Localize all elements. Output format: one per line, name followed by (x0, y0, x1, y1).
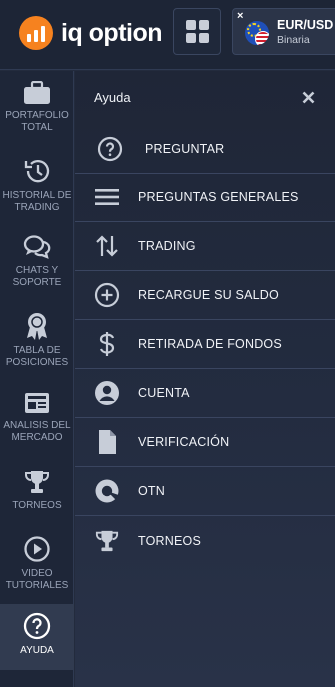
sidebar: PORTAFOLIO TOTAL HISTORIAL DE TRADING CH… (0, 71, 74, 687)
help-item-withdrawal[interactable]: RETIRADA DE FONDOS (75, 320, 335, 369)
help-item-general-questions[interactable]: PREGUNTAS GENERALES (75, 173, 335, 222)
plus-circle-icon (75, 271, 138, 320)
newspaper-icon (25, 393, 49, 413)
help-item-label: PREGUNTAS GENERALES (138, 190, 299, 204)
history-icon (24, 160, 50, 183)
panel-title: Ayuda (94, 90, 131, 105)
logo-mark-icon (19, 16, 53, 50)
briefcase-icon (24, 81, 50, 104)
help-item-trading[interactable]: TRADING (75, 222, 335, 271)
help-item-label: TRADING (138, 239, 196, 253)
logo-text: iq option (61, 18, 163, 47)
arrows-updown-icon (75, 222, 138, 271)
dollar-icon (75, 320, 138, 369)
help-panel: Ayuda PREGUNTAR PREGUNTAS GENERALES TRAD… (75, 71, 335, 687)
apps-grid-button[interactable] (173, 8, 221, 55)
user-icon (75, 369, 138, 418)
help-item-ask[interactable]: PREGUNTAR (75, 125, 335, 174)
sidebar-item-label: TORNEOS (12, 500, 62, 511)
help-item-verification[interactable]: VERIFICACIÓN (75, 418, 335, 467)
help-item-tournaments[interactable]: TORNEOS (75, 516, 335, 565)
asset-tab[interactable]: × EUR/USD Binaria (232, 8, 335, 55)
help-item-label: RECARGUE SU SALDO (138, 288, 279, 302)
list-icon (75, 173, 138, 222)
close-icon[interactable] (297, 86, 319, 108)
sidebar-item-label: AYUDA (20, 645, 54, 656)
question-icon (75, 125, 145, 174)
close-asset-tab-icon[interactable]: × (237, 10, 243, 22)
help-item-label: VERIFICACIÓN (138, 435, 230, 449)
help-item-label: OTN (138, 484, 165, 498)
sidebar-item-label: HISTORIAL DE TRADING (2, 190, 72, 213)
help-item-label: PREGUNTAR (145, 142, 225, 156)
sidebar-item-label: VIDEO TUTORIALES (5, 568, 69, 591)
help-item-deposit[interactable]: RECARGUE SU SALDO (75, 271, 335, 320)
sidebar-item-label: CHATS Y SOPORTE (12, 265, 62, 288)
sidebar-item-label: ANALISIS DEL MERCADO (3, 420, 71, 443)
logo[interactable]: iq option (19, 16, 163, 50)
sidebar-item-label: TABLA DE POSICIONES (5, 345, 69, 368)
help-item-label: TORNEOS (138, 533, 201, 548)
sidebar-item-tournaments[interactable]: TORNEOS (0, 469, 74, 523)
document-icon (75, 418, 138, 467)
sidebar-item-history[interactable]: HISTORIAL DE TRADING (0, 157, 74, 225)
sidebar-item-help[interactable]: AYUDA (0, 604, 74, 670)
sidebar-item-market-analysis[interactable]: ANALISIS DEL MERCADO (0, 391, 74, 461)
help-icon (23, 612, 51, 640)
sidebar-item-video-tutorials[interactable]: VIDEO TUTORIALES (0, 535, 74, 603)
asset-name: EUR/USD (277, 18, 334, 32)
trophy-icon (75, 516, 138, 565)
sidebar-item-leaderboard[interactable]: TABLA DE POSICIONES (0, 312, 74, 386)
help-item-label: RETIRADA DE FONDOS (138, 337, 282, 351)
play-icon (24, 536, 50, 562)
medal-icon (27, 313, 47, 340)
sidebar-item-portfolio[interactable]: PORTAFOLIO TOTAL (0, 81, 74, 149)
eur-usd-flag-icon (245, 21, 269, 45)
otn-icon (75, 467, 138, 516)
chat-icon (23, 235, 51, 259)
help-item-account[interactable]: CUENTA (75, 369, 335, 418)
top-bar: iq option × EUR/USD Binaria (0, 0, 335, 70)
trophy-icon (25, 471, 49, 493)
sidebar-item-chat[interactable]: CHATS Y SOPORTE (0, 234, 74, 302)
help-item-label: CUENTA (138, 386, 190, 400)
asset-type: Binaria (277, 34, 310, 46)
sidebar-item-label: PORTAFOLIO TOTAL (5, 110, 69, 133)
help-item-otn[interactable]: OTN (75, 467, 335, 516)
